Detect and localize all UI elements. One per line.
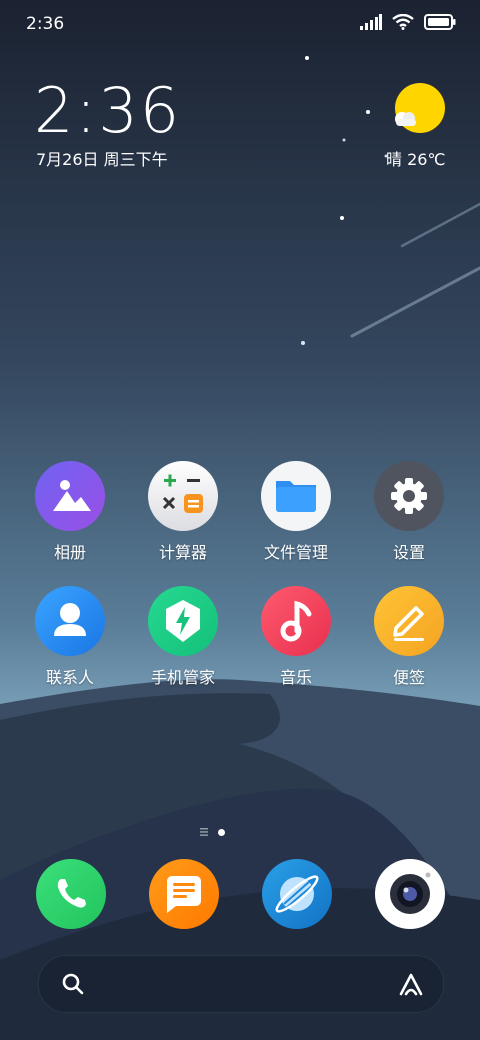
phone-icon[interactable] — [36, 859, 106, 929]
app-file-manager[interactable]: 文件管理 — [240, 461, 352, 563]
gallery-icon — [35, 461, 105, 531]
battery-icon — [424, 14, 456, 30]
app-label: 计算器 — [158, 543, 207, 562]
folder-icon — [261, 461, 331, 531]
music-note-icon — [261, 586, 331, 656]
weather-text[interactable]: 晴 26℃ — [386, 146, 445, 170]
app-settings[interactable]: 设置 — [353, 461, 465, 563]
app-label: 设置 — [392, 543, 425, 562]
search-icon[interactable] — [61, 972, 85, 996]
signal-icon — [360, 14, 382, 30]
browser-planet-icon[interactable] — [262, 859, 332, 929]
app-label: 手机管家 — [150, 668, 215, 687]
status-bar: 2:36 — [0, 0, 480, 50]
sunny-weather-icon[interactable] — [388, 82, 446, 138]
camera-icon[interactable] — [375, 859, 445, 929]
app-music[interactable]: 音乐 — [240, 586, 352, 688]
wifi-icon — [392, 14, 414, 30]
search-input[interactable] — [99, 956, 383, 1014]
contact-icon — [35, 586, 105, 656]
notes-pencil-icon — [374, 586, 444, 656]
app-gallery[interactable]: 相册 — [14, 461, 126, 563]
status-icons — [360, 14, 456, 30]
calculator-icon — [148, 461, 218, 531]
app-contacts[interactable]: 联系人 — [14, 586, 126, 688]
app-label: 联系人 — [45, 668, 94, 687]
search-bar[interactable] — [38, 955, 444, 1014]
clock-time[interactable]: 2:36 — [34, 74, 181, 147]
security-shield-icon — [148, 586, 218, 656]
gear-icon — [374, 461, 444, 531]
app-phone-manager[interactable]: 手机管家 — [127, 586, 239, 688]
clock-date: 7月26日 周三下午 — [36, 150, 168, 169]
message-icon[interactable] — [149, 859, 219, 929]
page-indicator[interactable] — [200, 828, 225, 836]
assistant-icon[interactable] — [397, 970, 425, 998]
app-label: 便签 — [392, 668, 425, 687]
app-notes[interactable]: 便签 — [353, 586, 465, 688]
app-label: 相册 — [53, 543, 86, 562]
page-dot-active — [218, 828, 225, 836]
menu-lines-icon — [200, 828, 208, 836]
app-calculator[interactable]: 计算器 — [127, 461, 239, 563]
app-label: 文件管理 — [263, 543, 328, 562]
status-time: 2:36 — [26, 14, 65, 34]
app-label: 音乐 — [279, 668, 312, 687]
